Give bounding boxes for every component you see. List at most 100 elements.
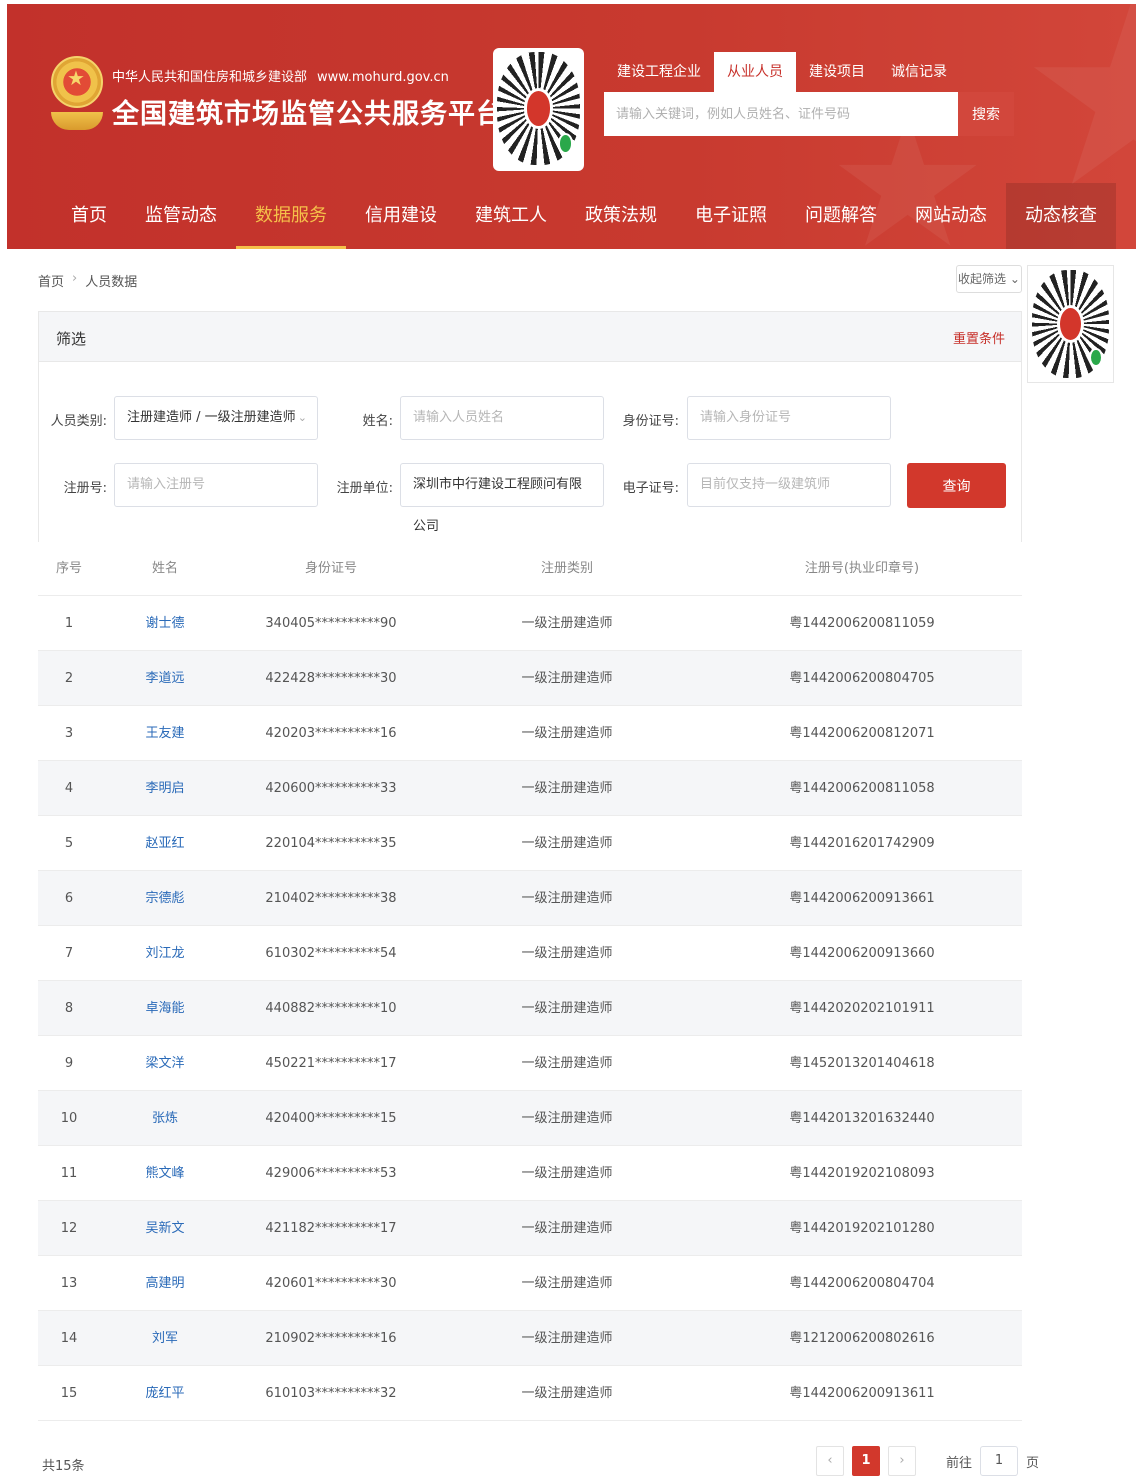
cell-index: 1 xyxy=(64,616,74,631)
reg-number-input[interactable]: 请输入注册号 xyxy=(114,463,318,507)
cell-name-link[interactable]: 高建明 xyxy=(100,1256,230,1310)
site-title: 全国建筑市场监管公共服务平台 xyxy=(112,99,504,130)
chevron-down-icon: ⌄ xyxy=(1009,272,1020,286)
cell-reg-number: 粤1442016201742909 xyxy=(789,836,935,851)
table-row: 7 刘江龙 610302**********54 一级注册建造师 粤1442006200… xyxy=(38,926,1022,981)
cell-index: 12 xyxy=(60,1221,78,1236)
cell-name-link[interactable]: 宗德彪 xyxy=(100,871,230,925)
cell-reg-number: 粤1442006200913661 xyxy=(789,891,935,906)
reg-unit-input[interactable]: 深圳市中行建设工程顾问有限公司 xyxy=(400,463,604,534)
table-row: 3 王友建 420203**********16 一级注册建造师 粤1442006200… xyxy=(38,706,1022,761)
nav-dynamic-check[interactable]: 动态核查 xyxy=(1006,183,1116,249)
cell-reg-number: 粤1442006200804705 xyxy=(789,671,935,686)
cell-reg-number: 粤1442006200812071 xyxy=(789,726,935,741)
cell-reg-number: 粤1442006200811059 xyxy=(789,616,935,631)
goto-suffix: 页 xyxy=(1026,1455,1040,1471)
cell-id-number: 420601**********30 xyxy=(265,1276,397,1291)
nav-e-license[interactable]: 电子证照 xyxy=(676,183,786,249)
cell-name-link[interactable]: 李道远 xyxy=(100,651,230,705)
col-reg-category: 注册类别 xyxy=(540,561,593,576)
table-row: 14 刘军 210902**********16 一级注册建造师 粤1212006200… xyxy=(38,1311,1022,1366)
filter-header: 筛选 重置条件 xyxy=(38,311,1022,362)
nav-regulation-news[interactable]: 监管动态 xyxy=(126,183,236,249)
pagination: ‹ 1 › 前往 1 页 xyxy=(816,1446,1039,1476)
header-search-button[interactable]: 搜索 xyxy=(958,92,1014,136)
collapse-filter-button[interactable]: 收起筛选 ⌄ xyxy=(956,265,1022,293)
table-row: 8 卓海能 440882**********10 一级注册建造师 粤1442020202… xyxy=(38,981,1022,1036)
col-reg-number: 注册号(执业印章号) xyxy=(804,561,920,576)
name-input[interactable]: 请输入人员姓名 xyxy=(400,396,604,440)
cell-reg-category: 一级注册建造师 xyxy=(521,1221,613,1236)
cell-index: 10 xyxy=(60,1111,78,1126)
cell-name-link[interactable]: 谢士德 xyxy=(100,596,230,650)
cell-id-number: 440882**********10 xyxy=(265,1001,397,1016)
goto-page-input[interactable]: 1 xyxy=(980,1446,1019,1476)
cell-name-link[interactable]: 熊文峰 xyxy=(100,1146,230,1200)
cell-id-number: 420600**********33 xyxy=(265,781,397,796)
header-search: 搜索 xyxy=(604,92,1014,136)
name-label: 姓名: xyxy=(362,414,393,429)
query-button[interactable]: 查询 xyxy=(907,463,1006,508)
nav-site-news[interactable]: 网站动态 xyxy=(896,183,1006,249)
cell-name-link[interactable]: 刘军 xyxy=(100,1311,230,1365)
table-row: 15 庞红平 610103**********32 一级注册建造师 粤144200620… xyxy=(38,1366,1022,1421)
filter-title: 筛选 xyxy=(56,330,87,348)
ministry-name: 中华人民共和国住房和城乡建设部 xyxy=(112,70,308,85)
tab-enterprise[interactable]: 建设工程企业 xyxy=(604,52,714,92)
table-header: 序号 姓名 身份证号 注册类别 注册号(执业印章号) xyxy=(38,542,1022,596)
cell-name-link[interactable]: 张炼 xyxy=(100,1091,230,1145)
personnel-table: 序号 姓名 身份证号 注册类别 注册号(执业印章号) 1 谢士德 340405***… xyxy=(38,542,1022,1421)
side-qr-code xyxy=(1027,265,1114,383)
nav-policy[interactable]: 政策法规 xyxy=(566,183,676,249)
cell-reg-category: 一级注册建造师 xyxy=(521,1001,613,1016)
tab-credit-records[interactable]: 诚信记录 xyxy=(878,52,960,92)
cell-id-number: 610103**********32 xyxy=(265,1386,397,1401)
category-select[interactable]: 注册建造师 / 一级注册建造师 ⌄ xyxy=(114,396,318,440)
tab-projects[interactable]: 建设项目 xyxy=(796,52,878,92)
prev-page-button[interactable]: ‹ xyxy=(816,1446,844,1476)
cell-index: 8 xyxy=(64,1001,74,1016)
cell-name-link[interactable]: 赵亚红 xyxy=(100,816,230,870)
cell-reg-number: 粤1452013201404618 xyxy=(789,1056,935,1071)
next-page-button[interactable]: › xyxy=(888,1446,916,1476)
table-row: 10 张炼 420400**********15 一级注册建造师 粤1442013201… xyxy=(38,1091,1022,1146)
cell-reg-number: 粤1442019202108093 xyxy=(789,1166,935,1181)
id-number-input[interactable]: 请输入身份证号 xyxy=(687,396,891,440)
table-row: 4 李明启 420600**********33 一级注册建造师 粤1442006200… xyxy=(38,761,1022,816)
e-cert-input[interactable]: 目前仅支持一级建筑师 xyxy=(687,463,891,507)
reset-filter-button[interactable]: 重置条件 xyxy=(953,328,1005,347)
cell-name-link[interactable]: 吴新文 xyxy=(100,1201,230,1255)
page-number-current[interactable]: 1 xyxy=(852,1446,880,1476)
nav-workers[interactable]: 建筑工人 xyxy=(456,183,566,249)
nav-data-service[interactable]: 数据服务 xyxy=(236,183,346,249)
cell-name-link[interactable]: 李明启 xyxy=(100,761,230,815)
cell-reg-category: 一级注册建造师 xyxy=(521,1386,613,1401)
nav-faq[interactable]: 问题解答 xyxy=(786,183,896,249)
tab-personnel[interactable]: 从业人员 xyxy=(714,52,796,92)
cell-name-link[interactable]: 梁文洋 xyxy=(100,1036,230,1090)
cell-index: 11 xyxy=(60,1166,78,1181)
cell-name-link[interactable]: 庞红平 xyxy=(100,1366,230,1420)
cell-reg-number: 粤1442019202101280 xyxy=(789,1221,935,1236)
breadcrumb-home[interactable]: 首页 xyxy=(38,271,64,290)
table-row: 2 李道远 422428**********30 一级注册建造师 粤1442006200… xyxy=(38,651,1022,706)
filter-form: 人员类别: 注册建造师 / 一级注册建造师 ⌄ 姓名: 请输入人员姓名 身份证号… xyxy=(38,362,1022,542)
table-row: 9 梁文洋 450221**********17 一级注册建造师 粤1452013201… xyxy=(38,1036,1022,1091)
cell-index: 5 xyxy=(64,836,74,851)
ministry-url[interactable]: www.mohurd.gov.cn xyxy=(317,70,449,85)
nav-home[interactable]: 首页 xyxy=(52,183,126,249)
cell-id-number: 220104**********35 xyxy=(265,836,397,851)
cell-id-number: 210402**********38 xyxy=(265,891,397,906)
national-emblem-icon xyxy=(51,56,103,134)
nav-credit[interactable]: 信用建设 xyxy=(346,183,456,249)
table-row: 12 吴新文 421182**********17 一级注册建造师 粤144201920… xyxy=(38,1201,1022,1256)
reg-number-label: 注册号: xyxy=(63,481,107,496)
chevron-down-icon: ⌄ xyxy=(297,411,307,424)
cell-id-number: 610302**********54 xyxy=(265,946,397,961)
header-search-input[interactable] xyxy=(604,92,958,136)
cell-id-number: 429006**********53 xyxy=(265,1166,397,1181)
cell-id-number: 421182**********17 xyxy=(265,1221,397,1236)
cell-name-link[interactable]: 刘江龙 xyxy=(100,926,230,980)
cell-name-link[interactable]: 王友建 xyxy=(100,706,230,760)
cell-name-link[interactable]: 卓海能 xyxy=(100,981,230,1035)
